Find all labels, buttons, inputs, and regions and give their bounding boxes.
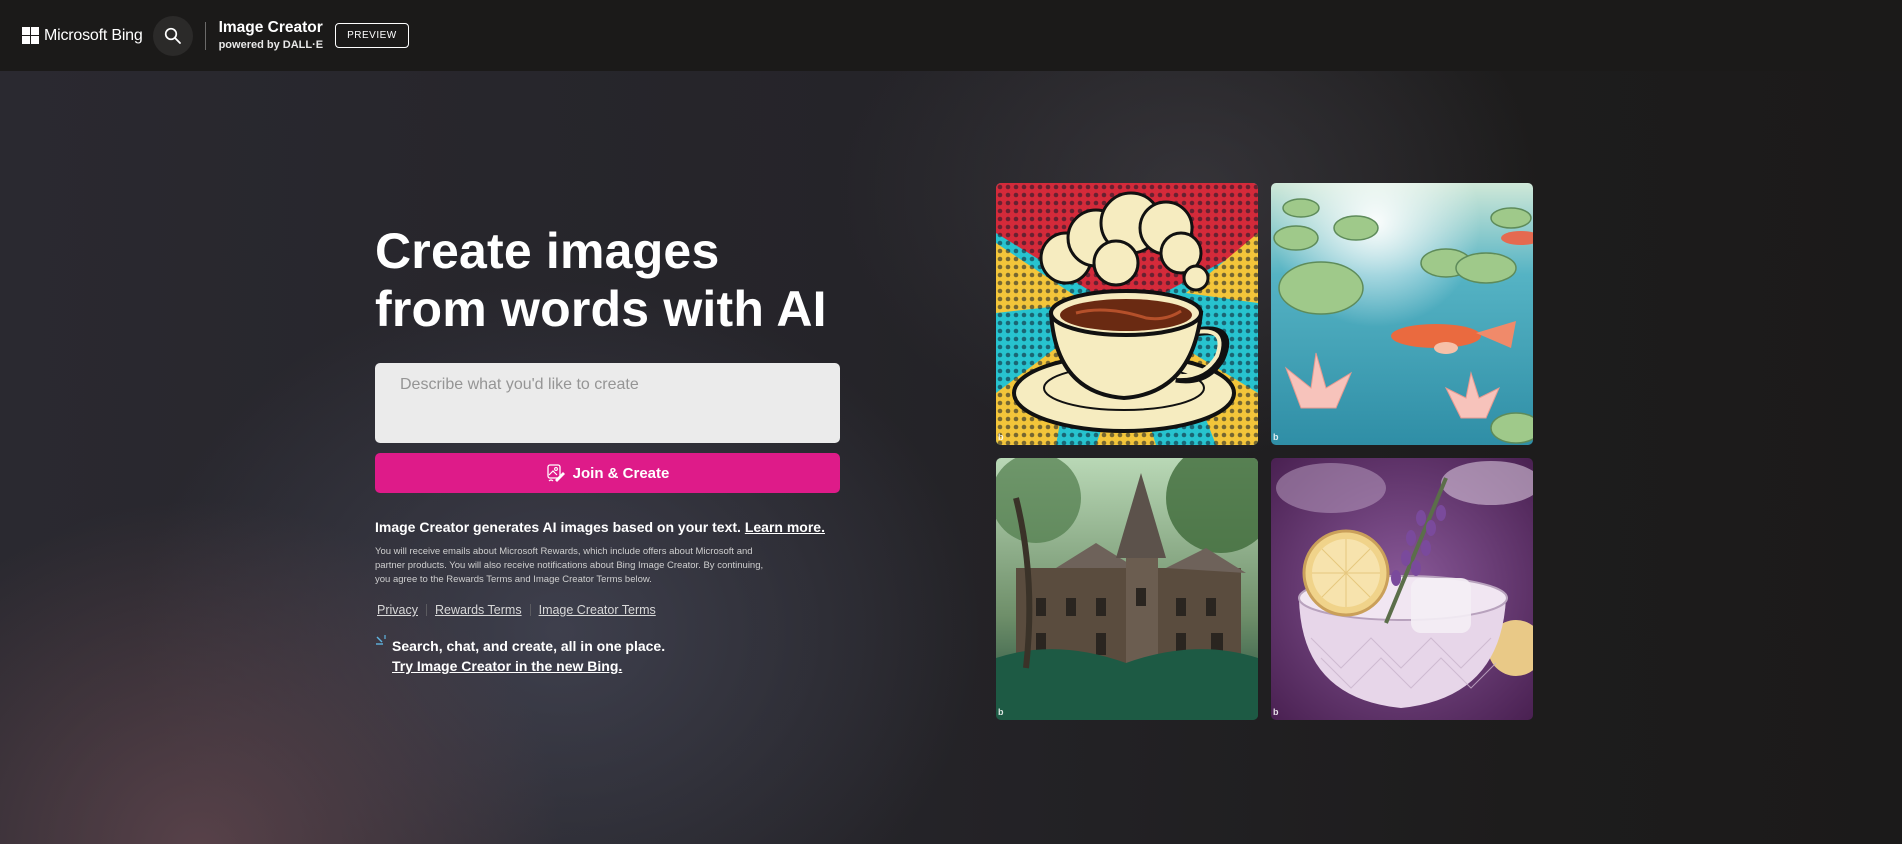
bing-chat-icon [376, 635, 386, 645]
promo-text: Search, chat, and create, all in one pla… [392, 636, 665, 676]
product-subtitle: powered by DALL·E [218, 39, 324, 52]
promo-headline: Search, chat, and create, all in one pla… [392, 638, 666, 654]
try-new-bing-link[interactable]: Try Image Creator in the new Bing. [392, 656, 665, 676]
privacy-link[interactable]: Privacy [377, 603, 418, 617]
legal-links: Privacy Rewards Terms Image Creator Term… [377, 603, 656, 617]
new-bing-promo: Search, chat, and create, all in one pla… [375, 635, 665, 676]
mansion-image [996, 458, 1258, 720]
learn-more-link[interactable]: Learn more. [745, 519, 825, 535]
prompt-input[interactable] [375, 363, 840, 443]
coffee-cup-image [996, 183, 1258, 445]
microsoft-bing-logo[interactable]: Microsoft Bing [22, 27, 143, 45]
windows-grid-icon [22, 27, 39, 44]
gallery-image-cocktail[interactable]: b [1271, 458, 1533, 720]
info-section: Image Creator generates AI images based … [375, 519, 855, 587]
gallery-image-koi[interactable]: b [1271, 183, 1533, 445]
page-background [0, 71, 1902, 844]
page-title: Create images from words with AI [375, 223, 827, 337]
link-separator [425, 604, 427, 616]
bing-watermark: b [998, 707, 1004, 717]
image-edit-icon [546, 464, 565, 482]
top-bar: Microsoft Bing Image Creator powered by … [0, 0, 1902, 71]
logo-text: Microsoft Bing [44, 26, 143, 44]
bing-watermark: b [1273, 432, 1279, 442]
create-button-label: Join & Create [572, 464, 670, 482]
image-creator-terms-link[interactable]: Image Creator Terms [539, 603, 656, 617]
rewards-terms-link[interactable]: Rewards Terms [435, 603, 522, 617]
bing-watermark: b [998, 432, 1004, 442]
example-gallery: b b b b [996, 183, 1533, 720]
preview-badge: PREVIEW [335, 23, 409, 48]
gallery-image-mansion[interactable]: b [996, 458, 1258, 720]
search-button[interactable] [152, 15, 193, 56]
header-divider [204, 21, 206, 50]
product-title: Image Creator [218, 18, 323, 36]
join-and-create-button[interactable]: Join & Create [375, 453, 840, 493]
info-headline-text: Image Creator generates AI images based … [375, 519, 741, 535]
cocktail-image [1271, 458, 1533, 720]
gallery-image-coffee[interactable]: b [996, 183, 1258, 445]
product-brand[interactable]: Image Creator powered by DALL·E [219, 20, 324, 52]
link-separator [529, 604, 531, 616]
koi-pond-image [1271, 183, 1533, 445]
rewards-disclaimer: You will receive emails about Microsoft … [375, 546, 764, 585]
hero: Create images from words with AI [375, 222, 840, 338]
info-headline: Image Creator generates AI images based … [375, 519, 855, 535]
bing-watermark: b [1273, 707, 1279, 717]
search-icon [164, 27, 181, 44]
